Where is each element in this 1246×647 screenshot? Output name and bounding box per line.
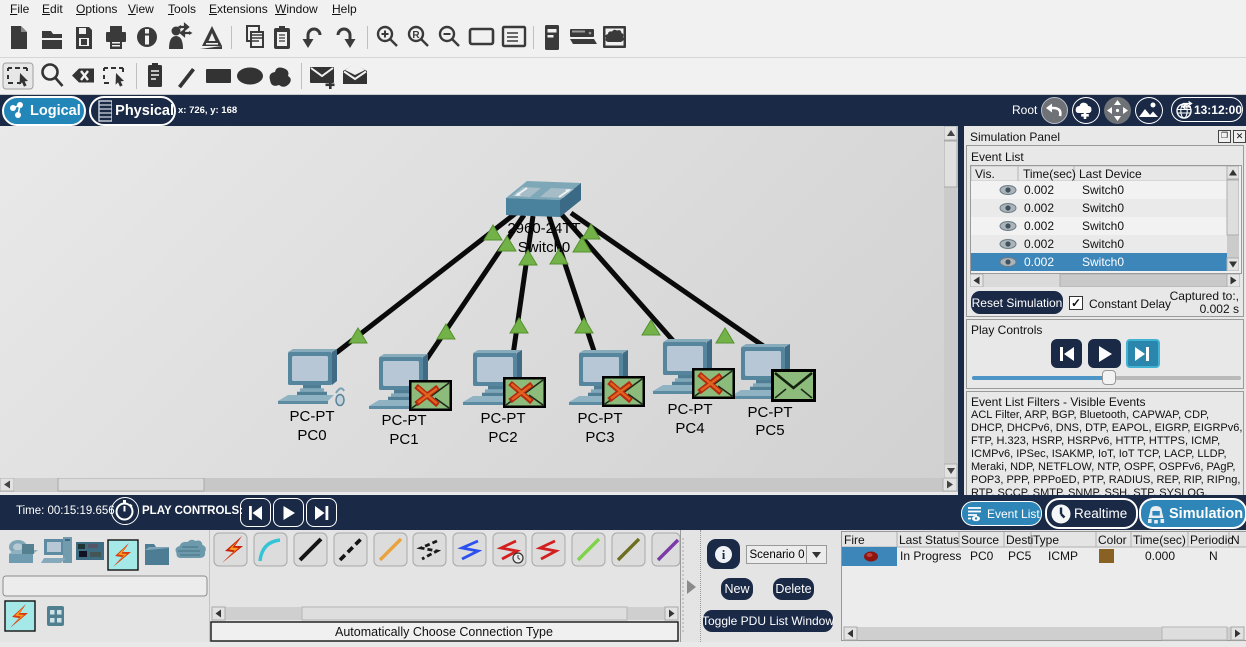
svg-text:Switch0: Switch0 <box>1082 255 1124 269</box>
svg-text:0.002: 0.002 <box>1024 201 1054 215</box>
svg-text:0.002: 0.002 <box>1024 255 1054 269</box>
svg-text:PC5: PC5 <box>1008 549 1032 563</box>
svg-text:Periodic: Periodic <box>1190 533 1233 547</box>
svg-text:PC0: PC0 <box>970 549 994 563</box>
svg-text:0.002: 0.002 <box>1024 237 1054 251</box>
svg-text:PC1: PC1 <box>389 431 418 448</box>
svg-text:Desti: Desti <box>1006 533 1033 547</box>
svg-text:Type: Type <box>1033 533 1059 547</box>
svg-text:Source: Source <box>961 533 999 547</box>
svg-text:PC0: PC0 <box>297 427 326 444</box>
svg-text:PC5: PC5 <box>755 422 784 439</box>
svg-text:N: N <box>1231 533 1240 547</box>
svg-text:PC2: PC2 <box>488 429 517 446</box>
svg-text:Switch0: Switch0 <box>1082 237 1124 251</box>
svg-text:Switch0: Switch0 <box>1082 201 1124 215</box>
svg-text:Last Device: Last Device <box>1079 167 1142 181</box>
svg-text:PC-PT: PC-PT <box>481 410 526 427</box>
svg-text:PC3: PC3 <box>585 429 614 446</box>
svg-text:R: R <box>412 30 420 41</box>
svg-text:Switch0: Switch0 <box>1082 183 1124 197</box>
svg-text:Vis.: Vis. <box>975 167 995 181</box>
svg-text:Time(sec): Time(sec) <box>1133 533 1186 547</box>
svg-text:PC-PT: PC-PT <box>668 401 713 418</box>
svg-text:PC-PT: PC-PT <box>578 410 623 427</box>
svg-text:PC-PT: PC-PT <box>748 404 793 421</box>
svg-text:Switch0: Switch0 <box>518 239 571 256</box>
svg-text:Fire: Fire <box>844 533 865 547</box>
svg-text:0.002: 0.002 <box>1024 219 1054 233</box>
svg-text:PC-PT: PC-PT <box>290 408 335 425</box>
svg-text:PC-PT: PC-PT <box>382 412 427 429</box>
svg-text:Time(sec): Time(sec) <box>1023 167 1076 181</box>
svg-text:Last Status: Last Status <box>899 533 959 547</box>
svg-text:N: N <box>1209 549 1218 563</box>
svg-text:Switch0: Switch0 <box>1082 219 1124 233</box>
svg-text:PC4: PC4 <box>675 420 704 437</box>
svg-text:0.002: 0.002 <box>1024 183 1054 197</box>
svg-text:ICMP: ICMP <box>1048 549 1078 563</box>
svg-text:2960-24TT: 2960-24TT <box>507 220 580 237</box>
svg-text:Color: Color <box>1098 533 1127 547</box>
svg-text:0.000: 0.000 <box>1145 549 1175 563</box>
svg-text:Automatically Choose Connectio: Automatically Choose Connection Type <box>335 625 553 639</box>
svg-text:In Progress: In Progress <box>900 549 961 563</box>
